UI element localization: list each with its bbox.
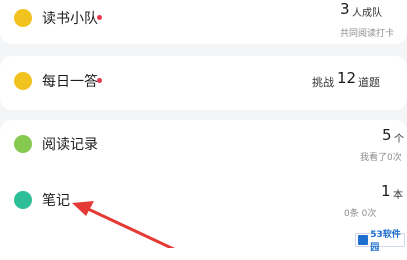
- arrow-shaft: [84, 206, 175, 248]
- watermark-text: 53软件园: [370, 230, 401, 253]
- screen: { "rows": [ { "label": "读书小队", "has_dot"…: [0, 0, 407, 260]
- watermark-mark-icon: [358, 235, 369, 245]
- watermark-logo: 53软件园: [355, 230, 405, 253]
- annotation-arrow: [72, 201, 175, 248]
- arrow-head: [72, 201, 94, 216]
